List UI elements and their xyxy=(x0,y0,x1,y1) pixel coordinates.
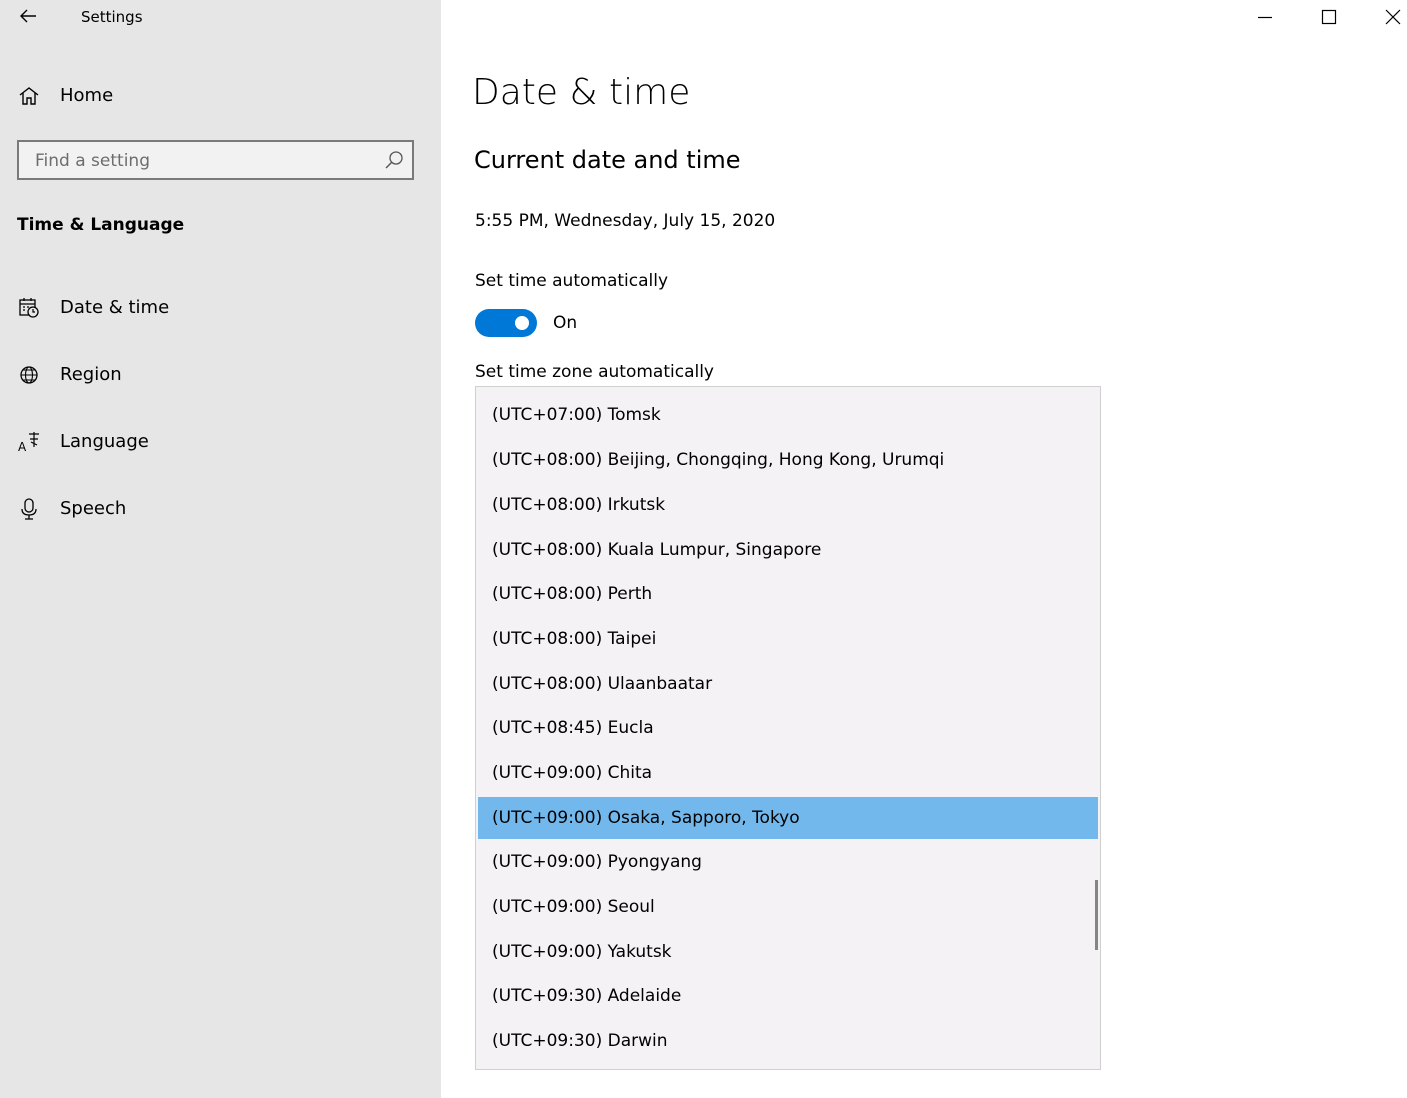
nav-home-label: Home xyxy=(60,85,114,106)
close-icon xyxy=(1385,9,1401,25)
sidebar-item-label: Region xyxy=(60,364,122,385)
section-heading: Current date and time xyxy=(474,146,741,174)
timezone-option[interactable]: (UTC+08:00) Ulaanbaatar xyxy=(478,663,1098,705)
timezone-option[interactable]: (UTC+08:00) Irkutsk xyxy=(478,484,1098,526)
section-title: Time & Language xyxy=(17,215,185,235)
close-button[interactable] xyxy=(1370,0,1407,34)
globe-icon xyxy=(17,363,41,387)
maximize-button[interactable] xyxy=(1306,0,1352,34)
language-icon: A xyxy=(17,430,41,454)
microphone-icon xyxy=(17,497,41,521)
nav-home[interactable]: Home xyxy=(0,74,441,118)
sidebar-item-date-time[interactable]: Date & time xyxy=(0,286,441,332)
app-title: Settings xyxy=(81,8,143,26)
sidebar-item-language[interactable]: A Language xyxy=(0,420,441,466)
timezone-option[interactable]: (UTC+09:30) Darwin xyxy=(478,1020,1098,1062)
timezone-option[interactable]: (UTC+08:00) Perth xyxy=(478,573,1098,615)
set-time-auto-label: Set time automatically xyxy=(475,271,669,291)
timezone-option[interactable]: (UTC+08:45) Eucla xyxy=(478,707,1098,749)
sidebar-item-label: Language xyxy=(60,431,149,452)
search-input[interactable] xyxy=(33,142,377,180)
scrollbar-thumb[interactable] xyxy=(1095,880,1098,950)
home-icon xyxy=(17,84,41,108)
timezone-option[interactable]: (UTC+08:00) Beijing, Chongqing, Hong Kon… xyxy=(478,439,1098,481)
timezone-dropdown-list[interactable]: (UTC+07:00) Tomsk (UTC+08:00) Beijing, C… xyxy=(475,386,1101,1070)
toggle-state-label: On xyxy=(553,313,578,333)
timezone-option[interactable]: (UTC+09:00) Pyongyang xyxy=(478,841,1098,883)
timezone-option[interactable]: (UTC+08:00) Taipei xyxy=(478,618,1098,660)
search-icon[interactable] xyxy=(384,150,404,170)
minimize-icon xyxy=(1258,16,1272,19)
minimize-button[interactable] xyxy=(1242,0,1288,34)
timezone-option[interactable]: (UTC+08:00) Kuala Lumpur, Singapore xyxy=(478,529,1098,571)
sidebar: Settings Home Time & Language Date & tim xyxy=(0,0,441,1098)
sidebar-item-region[interactable]: Region xyxy=(0,353,441,399)
page-title: Date & time xyxy=(472,72,691,113)
timezone-option-selected[interactable]: (UTC+09:00) Osaka, Sapporo, Tokyo xyxy=(478,797,1098,839)
timezone-option[interactable]: (UTC+09:00) Yakutsk xyxy=(478,931,1098,973)
set-time-auto-toggle[interactable] xyxy=(475,309,537,337)
timezone-option[interactable]: (UTC+07:00) Tomsk xyxy=(478,394,1098,436)
timezone-option[interactable]: (UTC+09:30) Adelaide xyxy=(478,975,1098,1017)
current-datetime: 5:55 PM, Wednesday, July 15, 2020 xyxy=(475,211,776,231)
search-box[interactable] xyxy=(17,140,414,180)
sidebar-item-label: Date & time xyxy=(60,297,170,318)
timezone-option[interactable]: (UTC+09:00) Seoul xyxy=(478,886,1098,928)
back-arrow-icon xyxy=(20,9,36,23)
timezone-option[interactable]: (UTC+09:00) Chita xyxy=(478,752,1098,794)
calendar-clock-icon xyxy=(17,296,41,320)
back-button[interactable] xyxy=(12,2,44,30)
maximize-icon xyxy=(1321,9,1337,25)
set-timezone-auto-label: Set time zone automatically xyxy=(475,362,714,382)
toggle-knob xyxy=(515,316,529,330)
sidebar-item-label: Speech xyxy=(60,498,127,519)
sidebar-item-speech[interactable]: Speech xyxy=(0,487,441,533)
svg-text:A: A xyxy=(18,440,27,453)
